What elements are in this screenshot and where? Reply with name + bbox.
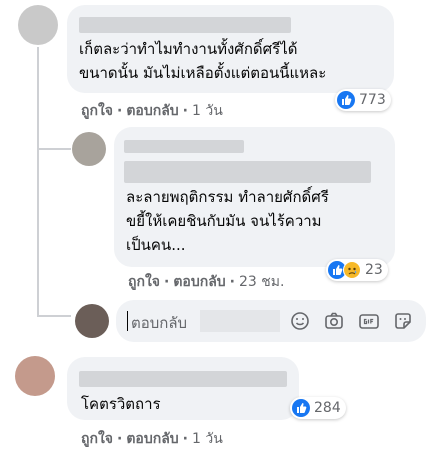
commenter-name[interactable] <box>79 17 291 33</box>
timestamp[interactable]: 23 ชม. <box>239 271 284 293</box>
reply-button[interactable]: ตอบกลับ <box>173 271 225 293</box>
comment-text-line: ละลายพฤติกรรม ทำลายศักดิ์ศรี <box>126 188 329 206</box>
separator-dot: · <box>164 274 170 290</box>
comment-actions: ถูกใจ · ตอบกลับ · 1 วัน <box>81 428 223 450</box>
timestamp[interactable]: 1 วัน <box>192 100 223 122</box>
separator-dot: · <box>182 431 188 447</box>
comment-bubble: ละลายพฤติกรรม ทำลายศักดิ์ศรี ขยี้ให้เคยช… <box>114 127 395 267</box>
separator-dot: · <box>229 274 235 290</box>
thread-branch <box>37 315 71 317</box>
like-button[interactable]: ถูกใจ <box>81 428 113 450</box>
comment-text-line: โคตรวิตถาร <box>81 395 161 413</box>
reaction-summary[interactable]: 23 <box>326 259 388 281</box>
like-icon <box>337 91 355 109</box>
avatar[interactable] <box>15 356 55 396</box>
sad-icon <box>343 261 361 279</box>
reply-button[interactable]: ตอบกลับ <box>126 100 178 122</box>
current-user-avatar <box>75 304 109 338</box>
comment-bubble: โคตรวิตถาร <box>67 357 299 420</box>
reaction-summary[interactable]: 284 <box>290 397 346 419</box>
thread-line <box>37 47 39 317</box>
text-caret <box>127 311 128 331</box>
reaction-summary[interactable]: 773 <box>335 89 391 111</box>
separator-dot: · <box>182 103 188 119</box>
commenter-name[interactable] <box>124 140 244 153</box>
comment-text-line: เก็ตละว่าทำไมทำงานทั้งศักดิ์ศรีได้ <box>79 40 298 58</box>
emoji-icon[interactable] <box>289 310 311 332</box>
avatar[interactable] <box>72 132 106 166</box>
camera-icon[interactable] <box>323 310 345 332</box>
commenter-name <box>124 161 371 183</box>
comment-bubble: เก็ตละว่าทำไมทำงานทั้งศักดิ์ศรีได้ ขนาดน… <box>67 5 394 93</box>
separator-dot: · <box>117 431 123 447</box>
thread-branch <box>37 148 71 150</box>
avatar[interactable] <box>18 5 58 45</box>
reply-placeholder: ตอบกลับ <box>131 314 188 332</box>
sticker-icon[interactable] <box>392 310 414 332</box>
reaction-count: 23 <box>365 262 383 278</box>
reaction-count: 284 <box>314 400 341 416</box>
comment-text-line: ขนาดนั้น มันไม่เหลือตั้งแต่ตอนนี้แหละ <box>79 64 327 82</box>
commenter-name[interactable] <box>79 371 287 387</box>
like-button[interactable]: ถูกใจ <box>81 100 113 122</box>
like-icon <box>292 399 310 417</box>
comment-text-line: ขยี้ให้เคยชินกับมัน จนไร้ความ <box>126 212 322 230</box>
timestamp[interactable]: 1 วัน <box>192 428 223 450</box>
comment-text-line: เป็นคน... <box>126 236 186 254</box>
reply-button[interactable]: ตอบกลับ <box>126 428 178 450</box>
separator-dot: · <box>117 103 123 119</box>
comment-actions: ถูกใจ · ตอบกลับ · 1 วัน <box>81 100 223 122</box>
blurred-name <box>200 310 280 332</box>
gif-icon[interactable] <box>358 310 380 332</box>
like-button[interactable]: ถูกใจ <box>128 271 160 293</box>
comment-actions: ถูกใจ · ตอบกลับ · 23 ชม. <box>128 271 284 293</box>
reaction-count: 773 <box>359 92 386 108</box>
reply-input[interactable]: ตอบกลับ <box>116 300 426 342</box>
